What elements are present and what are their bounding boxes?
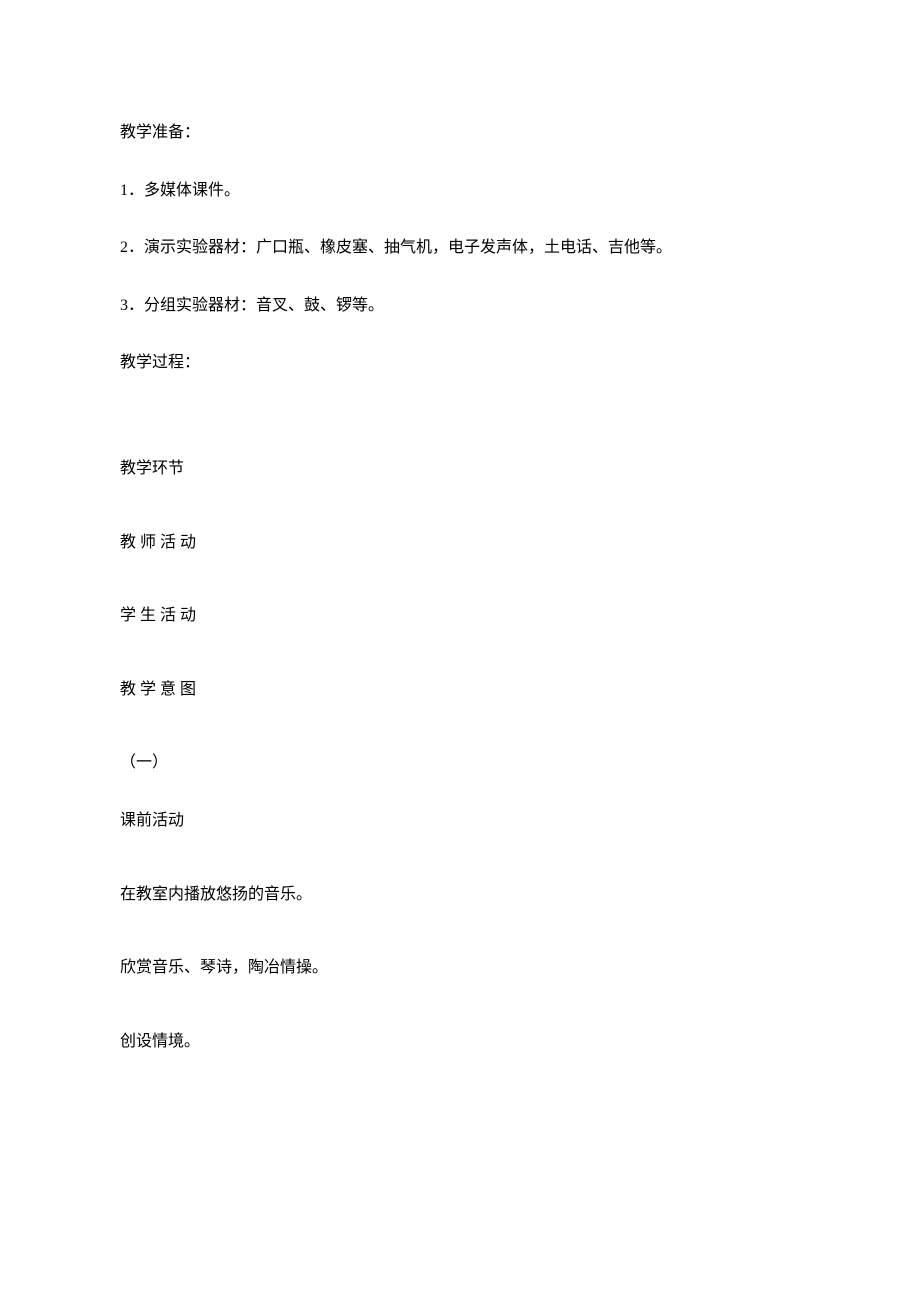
teaching-intent-label: 教 学 意 图: [120, 677, 800, 703]
part-1-title: 课前活动: [120, 808, 800, 834]
teaching-intent-content: 创设情境。: [120, 1029, 800, 1055]
section-label: 教学环节: [120, 456, 800, 482]
teacher-activity-label: 教 师 活 动: [120, 530, 800, 556]
prep-item-2: 2．演示实验器材：广口瓶、橡皮塞、抽气机，电子发声体，土电话、吉他等。: [120, 235, 800, 261]
prep-item-1: 1．多媒体课件。: [120, 178, 800, 204]
student-activity-label: 学 生 活 动: [120, 603, 800, 629]
student-activity-content: 欣赏音乐、琴诗，陶冶情操。: [120, 955, 800, 981]
prep-title: 教学准备：: [120, 120, 800, 146]
prep-item-3: 3．分组实验器材：音叉、鼓、锣等。: [120, 293, 800, 319]
process-title: 教学过程：: [120, 350, 800, 376]
teacher-activity-content: 在教室内播放悠扬的音乐。: [120, 882, 800, 908]
part-1-number: （一）: [120, 750, 800, 776]
